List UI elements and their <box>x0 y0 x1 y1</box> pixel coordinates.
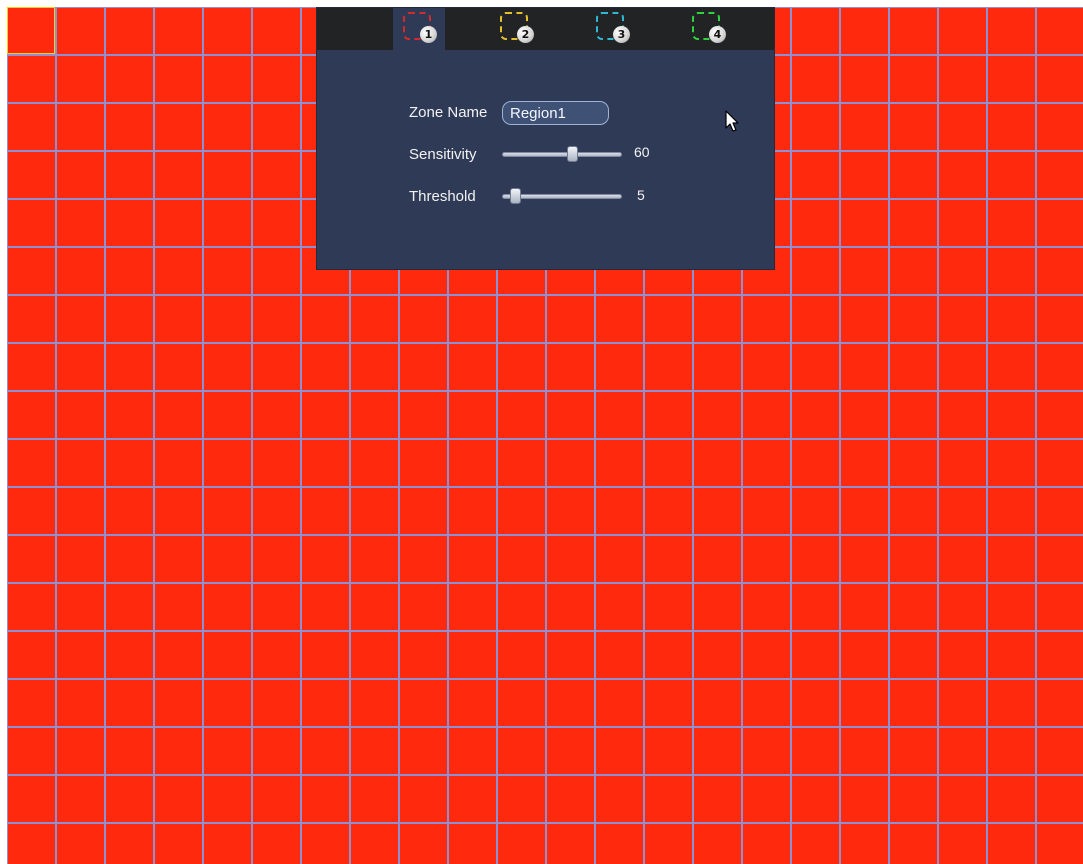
mouse-pointer-icon <box>725 110 739 132</box>
region-3-number: 3 <box>613 26 630 43</box>
tab-region-2[interactable]: 2 <box>490 8 542 50</box>
sensitivity-label: Sensitivity <box>409 146 477 163</box>
region-2-number: 2 <box>517 26 534 43</box>
sensitivity-slider[interactable] <box>502 146 624 164</box>
sensitivity-value: 60 <box>634 144 650 160</box>
selected-grid-cell[interactable] <box>7 7 55 54</box>
threshold-slider-handle[interactable] <box>510 188 522 204</box>
zone-settings-panel: 1 2 3 4 Zone Name Region1 Sensitivity 60… <box>317 8 774 269</box>
threshold-value: 5 <box>637 187 645 203</box>
sensitivity-slider-handle[interactable] <box>566 146 578 162</box>
tab-region-1[interactable]: 1 <box>393 8 445 50</box>
region-tab-bar: 1 2 3 4 <box>317 8 774 50</box>
region-4-number: 4 <box>709 26 726 43</box>
threshold-slider[interactable] <box>502 188 624 206</box>
tab-region-3[interactable]: 3 <box>586 8 638 50</box>
tab-region-4[interactable]: 4 <box>682 8 734 50</box>
sensitivity-slider-track <box>502 152 622 157</box>
region-1-number: 1 <box>420 26 437 43</box>
zone-name-label: Zone Name <box>409 104 488 121</box>
threshold-label: Threshold <box>409 188 476 205</box>
zone-name-input[interactable]: Region1 <box>502 101 609 125</box>
